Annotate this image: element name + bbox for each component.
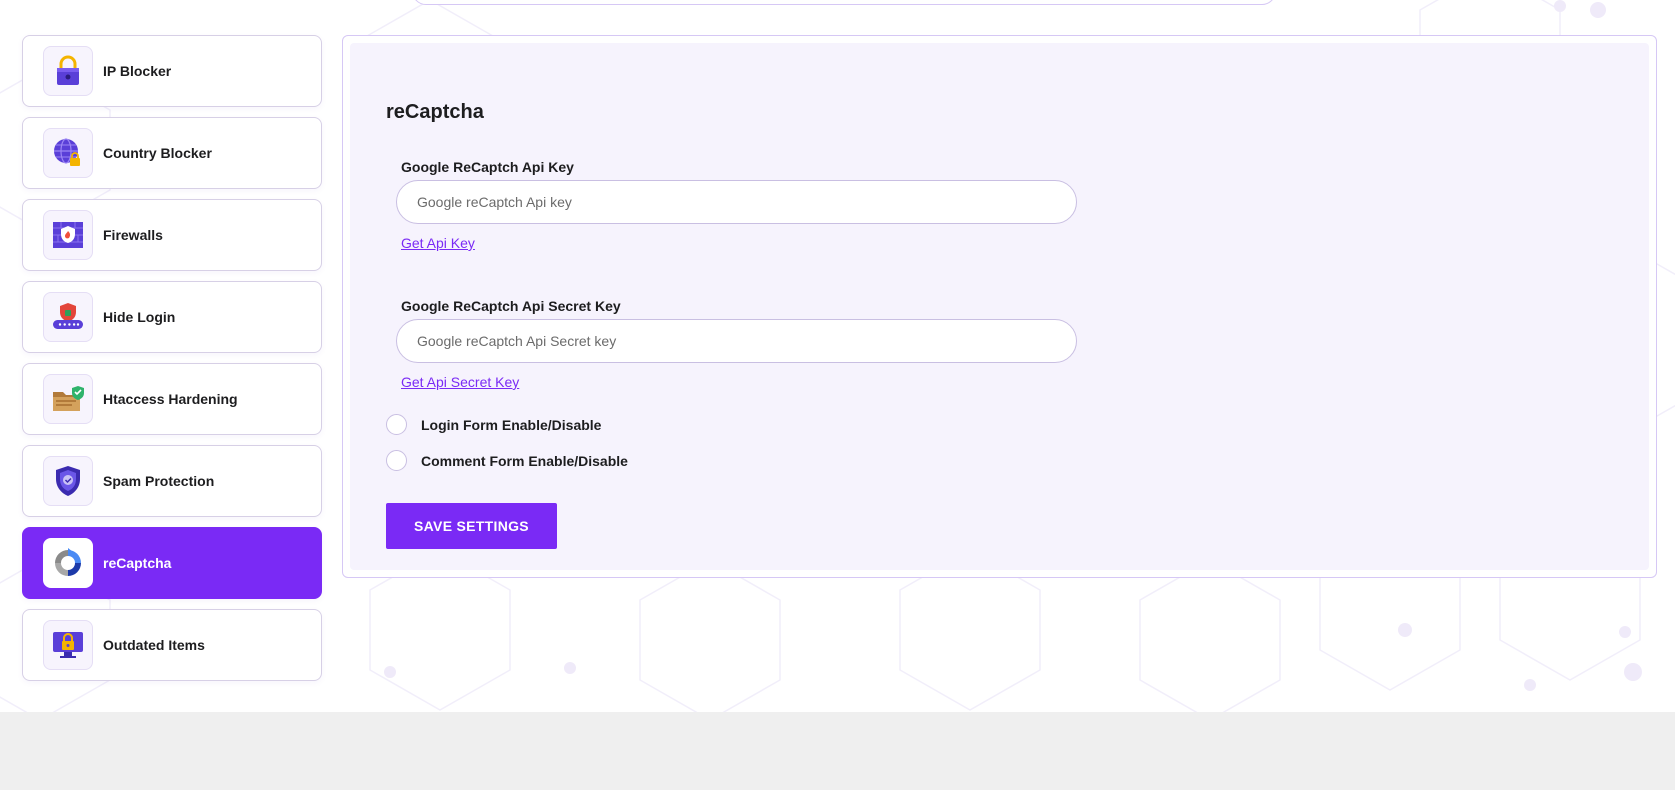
sidebar-item-label: Country Blocker: [103, 145, 212, 161]
sidebar-item-htaccess-hardening[interactable]: Htaccess Hardening: [22, 363, 322, 435]
security-sidebar: IP Blocker Country Blocker Firewalls Hid…: [22, 35, 322, 691]
recaptcha-settings-panel: reCaptcha Google ReCaptch Api Key Get Ap…: [342, 35, 1657, 578]
sidebar-item-firewalls[interactable]: Firewalls: [22, 199, 322, 271]
get-api-secret-key-link[interactable]: Get Api Secret Key: [401, 374, 519, 390]
api-secret-key-input[interactable]: [396, 319, 1077, 363]
globe-lock-icon: [43, 128, 93, 178]
sidebar-item-country-blocker[interactable]: Country Blocker: [22, 117, 322, 189]
sidebar-item-label: Firewalls: [103, 227, 163, 243]
login-form-toggle[interactable]: Login Form Enable/Disable: [386, 414, 601, 435]
get-api-key-link[interactable]: Get Api Key: [401, 235, 475, 251]
sidebar-item-recaptcha[interactable]: reCaptcha: [22, 527, 322, 599]
page-canvas: IP Blocker Country Blocker Firewalls Hid…: [0, 0, 1675, 712]
sidebar-item-label: Outdated Items: [103, 637, 205, 653]
hidden-login-icon: [43, 292, 93, 342]
top-search-bar-edge: [412, 0, 1276, 5]
recaptcha-settings-form: reCaptcha Google ReCaptch Api Key Get Ap…: [350, 43, 1649, 570]
save-settings-button[interactable]: SAVE SETTINGS: [386, 503, 557, 549]
shield-check-icon: [43, 456, 93, 506]
panel-title: reCaptcha: [386, 101, 484, 123]
sidebar-item-label: reCaptcha: [103, 555, 172, 571]
sidebar-item-ip-blocker[interactable]: IP Blocker: [22, 35, 322, 107]
sidebar-item-label: IP Blocker: [103, 63, 172, 79]
monitor-lock-icon: [43, 620, 93, 670]
login-form-label: Login Form Enable/Disable: [421, 416, 602, 433]
folder-shield-icon: [43, 374, 93, 424]
sidebar-item-spam-protection[interactable]: Spam Protection: [22, 445, 322, 517]
api-key-label: Google ReCaptch Api Key: [401, 159, 574, 175]
comment-form-toggle[interactable]: Comment Form Enable/Disable: [386, 450, 628, 471]
login-form-radio[interactable]: [386, 414, 407, 435]
padlock-icon: [43, 46, 93, 96]
sidebar-item-label: Htaccess Hardening: [103, 391, 238, 407]
comment-form-radio[interactable]: [386, 450, 407, 471]
recaptcha-icon: [43, 538, 93, 588]
api-secret-key-label: Google ReCaptch Api Secret Key: [401, 298, 621, 314]
sidebar-item-hide-login[interactable]: Hide Login: [22, 281, 322, 353]
api-key-input[interactable]: [396, 180, 1077, 224]
sidebar-item-outdated-items[interactable]: Outdated Items: [22, 609, 322, 681]
firewall-icon: [43, 210, 93, 260]
comment-form-label: Comment Form Enable/Disable: [421, 452, 628, 469]
sidebar-item-label: Hide Login: [103, 309, 176, 325]
sidebar-item-label: Spam Protection: [103, 473, 215, 489]
